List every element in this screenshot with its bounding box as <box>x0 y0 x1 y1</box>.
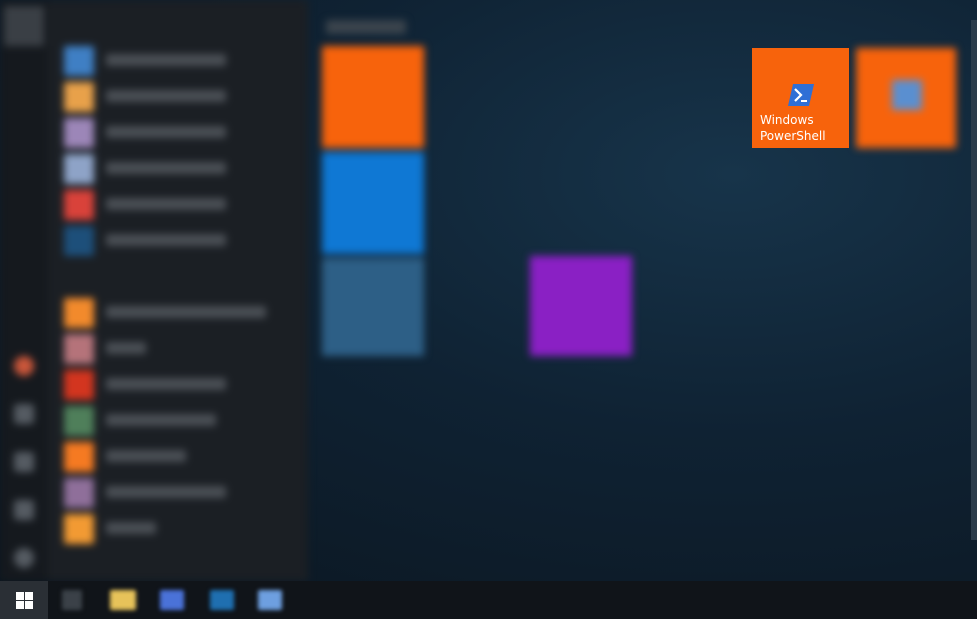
blurred-taskbar-icons <box>0 581 977 619</box>
documents-icon[interactable] <box>14 404 34 424</box>
tile-group-title[interactable] <box>326 20 406 34</box>
powershell-icon <box>788 84 814 106</box>
list-item-label <box>106 450 186 462</box>
app-icon <box>64 478 94 508</box>
list-item-label <box>106 90 226 102</box>
list-item[interactable] <box>64 82 304 112</box>
section-header[interactable] <box>64 560 124 572</box>
list-item[interactable] <box>64 154 304 184</box>
app-icon-blue[interactable] <box>160 590 184 610</box>
list-item[interactable] <box>64 406 304 436</box>
app-icon <box>64 154 94 184</box>
task-view-icon[interactable] <box>62 590 82 610</box>
list-item[interactable] <box>64 478 304 508</box>
app-icon <box>64 46 94 76</box>
tile-label: Windows PowerShell <box>760 112 846 144</box>
list-item-label <box>106 522 156 534</box>
list-item-label <box>106 306 266 318</box>
file-explorer-icon[interactable] <box>110 590 136 610</box>
list-item-label <box>106 342 146 354</box>
app-icon <box>64 82 94 112</box>
power-icon[interactable] <box>14 548 34 568</box>
pictures-icon[interactable] <box>14 452 34 472</box>
list-item-label <box>106 486 226 498</box>
app-icon <box>64 334 94 364</box>
list-item-label <box>106 54 226 66</box>
blurred-tile-weather[interactable] <box>322 258 424 356</box>
blurred-app-icon <box>892 80 922 110</box>
list-item[interactable] <box>64 370 304 400</box>
list-item[interactable] <box>64 442 304 472</box>
section-header[interactable] <box>64 272 124 284</box>
list-item-label <box>106 162 226 174</box>
app-icon <box>64 442 94 472</box>
start-menu-rail <box>0 0 48 581</box>
blurred-tile-purple[interactable] <box>530 256 632 356</box>
app-icon <box>64 190 94 220</box>
user-avatar-icon[interactable] <box>14 356 34 376</box>
app-icon <box>64 406 94 436</box>
app-icon <box>64 514 94 544</box>
list-item[interactable] <box>64 226 304 256</box>
app-icon <box>64 298 94 328</box>
app-icon <box>64 370 94 400</box>
list-item-label <box>106 198 226 210</box>
vscode-icon[interactable] <box>210 590 234 610</box>
tiles-scrollbar[interactable] <box>971 20 977 540</box>
list-item-label <box>106 126 226 138</box>
app-icon <box>64 118 94 148</box>
app-icon-light-blue[interactable] <box>258 590 282 610</box>
tile-label-line1: Windows <box>760 113 814 127</box>
list-item[interactable] <box>64 46 304 76</box>
list-item-label <box>106 234 226 246</box>
app-list <box>48 0 308 581</box>
blurred-tile-blue[interactable] <box>322 152 424 254</box>
windows-powershell-tile[interactable]: Windows PowerShell <box>752 48 849 148</box>
list-item[interactable] <box>64 298 304 328</box>
tile-label-line2: PowerShell <box>760 129 826 143</box>
list-item[interactable] <box>64 118 304 148</box>
blurred-tile-orange[interactable] <box>322 46 424 148</box>
app-icon <box>64 226 94 256</box>
list-item-label <box>106 378 226 390</box>
taskbar <box>0 581 977 619</box>
list-item-label <box>106 414 216 426</box>
list-item[interactable] <box>64 334 304 364</box>
settings-icon[interactable] <box>14 500 34 520</box>
list-item[interactable] <box>64 190 304 220</box>
list-item[interactable] <box>64 514 304 544</box>
hamburger-menu-icon[interactable] <box>4 6 44 46</box>
